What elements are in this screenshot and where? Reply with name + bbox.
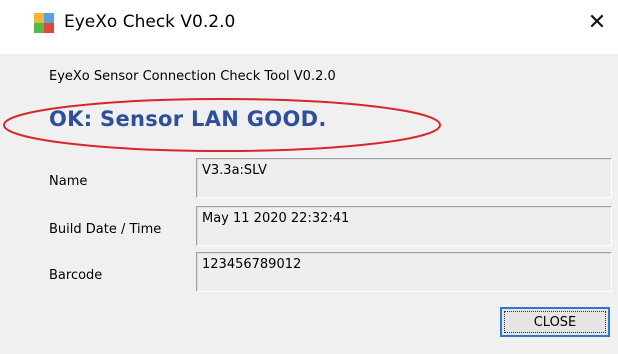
- tool-subtitle: EyeXo Sensor Connection Check Tool V0.2.…: [49, 69, 336, 84]
- status-message: OK: Sensor LAN GOOD.: [49, 107, 327, 131]
- build-date-field[interactable]: May 11 2020 22:32:41: [196, 206, 612, 246]
- close-icon[interactable]: ✕: [584, 10, 610, 36]
- focus-ring: [504, 311, 606, 333]
- name-label: Name: [49, 174, 88, 189]
- name-field[interactable]: V3.3a:SLV: [196, 158, 612, 198]
- title-bar: EyeXo Check V0.2.0 ✕: [0, 0, 618, 54]
- app-icon: [34, 13, 54, 33]
- barcode-field[interactable]: 123456789012: [196, 252, 612, 292]
- barcode-label: Barcode: [49, 268, 103, 283]
- window-title: EyeXo Check V0.2.0: [64, 12, 236, 32]
- close-button[interactable]: CLOSE: [500, 307, 610, 337]
- build-date-label: Build Date / Time: [49, 222, 162, 237]
- app-window: EyeXo Check V0.2.0 ✕ EyeXo Sensor Connec…: [0, 0, 618, 354]
